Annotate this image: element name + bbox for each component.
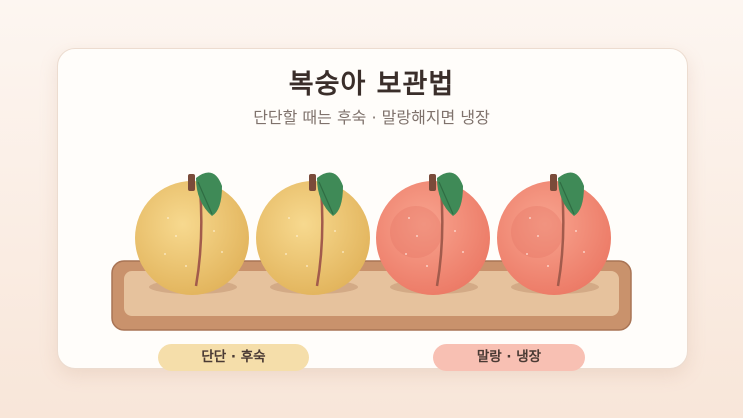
peach-tray-illustration: [111, 172, 632, 331]
peach-firm-2: [256, 172, 370, 295]
peach-firm-1: [135, 172, 249, 295]
peach-soft-1: [376, 172, 490, 295]
soft-refrigerate-label: 말랑 · 냉장: [433, 344, 585, 371]
peach-soft-2: [497, 172, 611, 295]
firm-ripen-label: 단단 · 후숙: [158, 344, 309, 371]
